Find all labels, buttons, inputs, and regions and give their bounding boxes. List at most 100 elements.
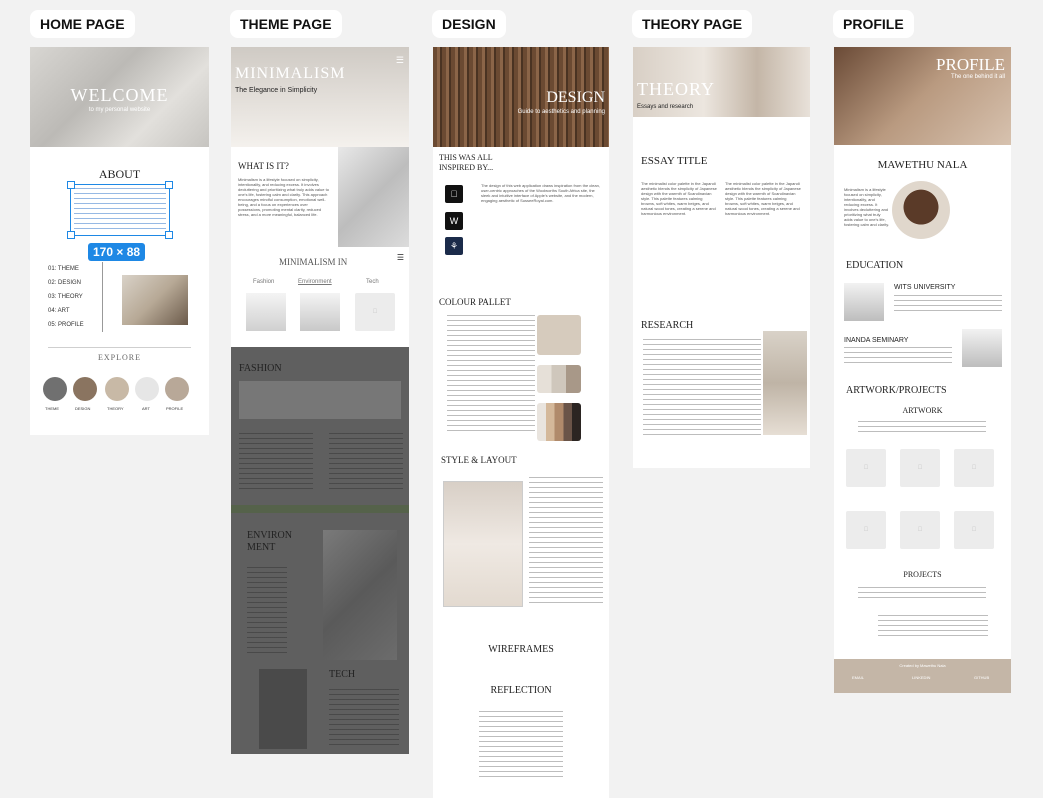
style-layout-title: STYLE & LAYOUT (441, 455, 517, 465)
woolworths-icon: W (445, 212, 463, 230)
explore-label-art: ART (142, 406, 150, 411)
frame-label-home[interactable]: HOME PAGE (30, 10, 135, 38)
explore-divider (48, 347, 191, 348)
theme-hero-title: MINIMALISM (235, 65, 346, 82)
tab-fashion[interactable]: Fashion (253, 279, 274, 285)
inspired-text: The design of this web application draws… (481, 183, 600, 203)
home-hero-subtitle: to my personal website (88, 107, 151, 113)
frame-label-theory[interactable]: THEORY PAGE (632, 10, 753, 38)
design-hero-title: DESIGN (546, 89, 605, 106)
theme-frame[interactable]: MINIMALISM The Elegance in Simplicity ☰ … (231, 47, 409, 754)
essay-text-right: The minimalist color palette in the Japa… (725, 181, 801, 216)
colour-pallet-title: COLOUR PALLET (439, 297, 511, 307)
home-frame[interactable]: WELCOME to my personal website ABOUT 170… (30, 47, 209, 435)
footer-email[interactable]: EMAIL (852, 675, 864, 680)
design-frame[interactable]: DESIGN Guide to aesthetics and planning … (433, 47, 609, 798)
explore-label-profile: PROFILE (166, 406, 184, 411)
home-menu-design[interactable]: 02: DESIGN (48, 280, 81, 286)
footer-credit: Created by Mawethu Nala (899, 663, 946, 668)
edu-text-2 (844, 347, 952, 367)
about-text-selection[interactable] (70, 184, 170, 236)
home-menu-profile[interactable]: 05: PROFILE (48, 322, 84, 328)
research-title: RESEARCH (641, 320, 694, 331)
tech-image (259, 669, 307, 749)
profile-frame[interactable]: PROFILE The one behind it all MAWETHU NA… (834, 47, 1011, 693)
menu-icon[interactable]: ☰ (397, 253, 404, 262)
colour-swatch-row (537, 365, 581, 393)
research-text (643, 339, 761, 435)
artwork-projects-title: ARTWORK/PROJECTS (846, 385, 947, 396)
explore-theme-icon[interactable] (43, 377, 67, 401)
explore-label-theme: THEME (45, 406, 59, 411)
edu-title-2: INANDA SEMINARY (844, 337, 909, 344)
selection-handle[interactable] (165, 231, 173, 239)
explore-label-theory: THEORY (107, 406, 124, 411)
edu-title-1: WITS UNIVERSITY (894, 284, 956, 291)
profile-hero-subtitle: The one behind it all (950, 74, 1005, 80)
home-menu-art[interactable]: 04: ART (48, 308, 70, 314)
home-about-title: ABOUT (98, 167, 141, 181)
essay-title: ESSAY TITLE (641, 155, 708, 167)
research-image (763, 331, 807, 435)
theme-fabric-image (338, 147, 409, 247)
artwork-subtitle: ARTWORK (902, 406, 943, 415)
artwork-text (858, 421, 986, 435)
home-menu-theme[interactable]: 01: THEME (48, 266, 79, 272)
sussee-icon: ⚘ (445, 237, 463, 255)
artwork-thumb[interactable]:  (846, 511, 886, 549)
theme-hero-subtitle: The Elegance in Simplicity (235, 87, 318, 94)
education-title: EDUCATION (846, 260, 904, 271)
menu-icon[interactable]: ☰ (396, 55, 404, 66)
wireframes-title: WIREFRAMES (488, 644, 554, 655)
edu-image-2 (962, 329, 1002, 367)
colour-stripes (537, 403, 581, 441)
style-layout-text (529, 477, 603, 607)
explore-label-design: DESIGN (75, 406, 91, 411)
frame-label-profile[interactable]: PROFILE (833, 10, 914, 38)
profile-hero: PROFILE The one behind it all (834, 47, 1011, 145)
fashion-text (239, 433, 313, 493)
explore-profile-icon[interactable] (165, 377, 189, 401)
frame-label-design[interactable]: DESIGN (432, 10, 506, 38)
projects-list (878, 615, 988, 639)
environment-text (247, 567, 287, 657)
tech-text (329, 689, 399, 749)
tab-tech[interactable]: Tech (366, 279, 379, 285)
home-explore-title: EXPLORE (98, 353, 141, 362)
menu-divider (102, 262, 103, 332)
design-hero-subtitle: Guide to aesthetics and planning (517, 109, 605, 115)
reflection-title: REFLECTION (490, 685, 552, 696)
fashion-title: FASHION (239, 363, 282, 374)
footer-github[interactable]: GITHUB (974, 675, 989, 680)
selection-handle[interactable] (67, 231, 75, 239)
theory-hero-title: THEORY (637, 79, 715, 99)
artwork-thumb[interactable]:  (900, 449, 940, 487)
home-menu-theory[interactable]: 03: THEORY (48, 294, 83, 300)
artwork-thumb[interactable]:  (954, 449, 994, 487)
design-hero: DESIGN Guide to aesthetics and planning (433, 47, 609, 147)
profile-intro-text: Minimalism is a lifestyle focused on sim… (844, 187, 890, 227)
explore-design-icon[interactable] (73, 377, 97, 401)
artwork-thumb[interactable]:  (954, 511, 994, 549)
what-is-it-title: WHAT IS IT? (238, 161, 289, 171)
explore-art-icon[interactable] (135, 377, 159, 401)
artwork-thumb[interactable]:  (900, 511, 940, 549)
frame-label-theme[interactable]: THEME PAGE (230, 10, 342, 38)
environment-title: ENVIRON MENT (247, 530, 292, 553)
green-divider (231, 505, 409, 513)
environment-image (323, 530, 397, 660)
selection-handle[interactable] (165, 181, 173, 189)
explore-theory-icon[interactable] (105, 377, 129, 401)
selection-size-badge: 170 × 88 (88, 243, 146, 261)
artwork-thumb[interactable]:  (846, 449, 886, 487)
theory-frame[interactable]: THEORY Essays and research ESSAY TITLE T… (633, 47, 810, 468)
profile-hero-title: PROFILE (936, 55, 1005, 74)
selection-handle[interactable] (67, 181, 75, 189)
apple-icon:  (445, 185, 463, 203)
footer-linkedin[interactable]: LINKEDIN (912, 675, 930, 680)
fashion-text (329, 433, 403, 493)
colour-image-1 (537, 315, 581, 355)
tab-environment[interactable]: Environment (298, 279, 332, 285)
profile-footer: Created by Mawethu Nala EMAIL LINKEDIN G… (834, 659, 1011, 693)
theory-hero-subtitle: Essays and research (637, 104, 694, 110)
